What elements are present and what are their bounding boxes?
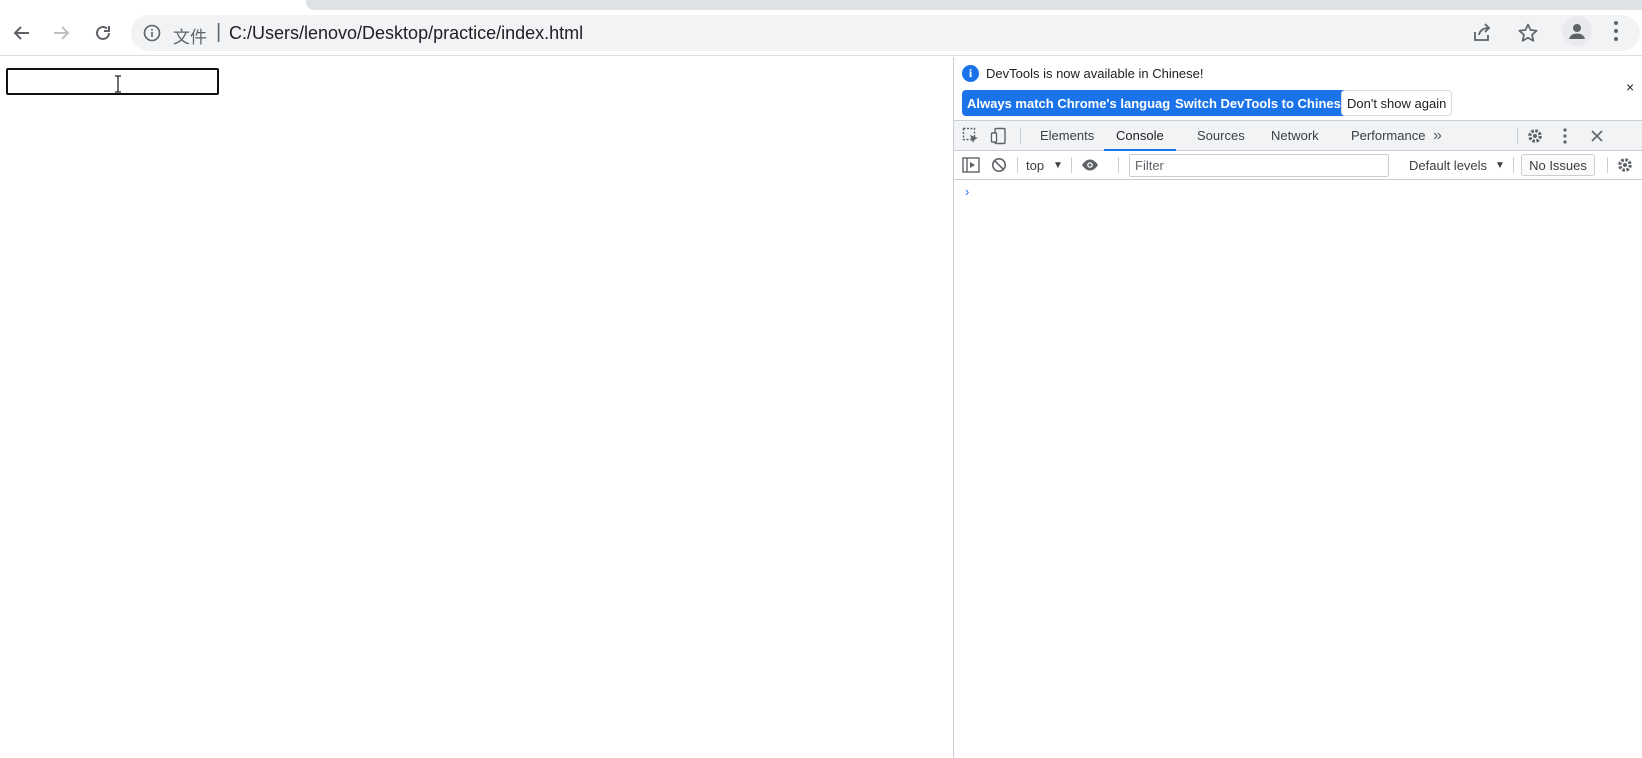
- tab-sources[interactable]: Sources: [1185, 121, 1257, 151]
- tab-strip: [0, 0, 1642, 10]
- live-expression-eye-icon[interactable]: [1081, 156, 1099, 174]
- language-infobar: i DevTools is now available in Chinese! …: [954, 57, 1642, 121]
- arrow-right-icon: [54, 26, 70, 40]
- address-bar[interactable]: 文件 | C:/Users/lenovo/Desktop/practice/in…: [131, 15, 1640, 51]
- bookmark-star-icon[interactable]: [1517, 22, 1539, 49]
- console-divider-2: [1071, 157, 1072, 173]
- console-filter-input[interactable]: Filter: [1129, 154, 1389, 177]
- tab-bar-divider: [1020, 128, 1021, 144]
- site-info-icon[interactable]: [143, 24, 161, 47]
- infobar-message: DevTools is now available in Chinese!: [986, 66, 1204, 81]
- page-viewport: [0, 57, 953, 758]
- reload-button[interactable]: [87, 17, 119, 49]
- console-divider-4: [1513, 157, 1514, 173]
- levels-dropdown-icon[interactable]: ▼: [1495, 151, 1505, 180]
- devtools-tab-bar: Elements Console Sources Network Perform…: [954, 121, 1642, 151]
- scheme-separator: |: [216, 21, 222, 43]
- info-icon: i: [962, 65, 979, 82]
- context-selector-label[interactable]: top: [1026, 151, 1044, 180]
- customize-menu-icon[interactable]: [1556, 127, 1574, 145]
- console-toolbar: top ▼ Filter Default levels ▼ No Issues: [954, 151, 1642, 180]
- reload-icon: [96, 25, 110, 40]
- clear-console-icon[interactable]: [990, 156, 1008, 174]
- console-divider-1: [1017, 157, 1018, 173]
- tab-bar-divider-right: [1517, 128, 1518, 144]
- inspect-element-icon[interactable]: [962, 127, 980, 145]
- console-divider-3: [1118, 157, 1119, 173]
- infobar-close-button[interactable]: ×: [1626, 79, 1634, 95]
- person-icon: [1569, 24, 1585, 39]
- text-cursor-icon: [115, 75, 121, 93]
- log-levels-dropdown[interactable]: Default levels: [1409, 151, 1487, 180]
- tab-network[interactable]: Network: [1259, 121, 1331, 151]
- chrome-menu-button[interactable]: [1610, 18, 1622, 49]
- close-devtools-icon[interactable]: [1588, 127, 1606, 145]
- arrow-left-icon: [13, 26, 29, 40]
- url-text[interactable]: C:/Users/lenovo/Desktop/practice/index.h…: [229, 23, 583, 44]
- dont-show-again-button[interactable]: Don't show again: [1341, 90, 1453, 116]
- back-button[interactable]: [6, 17, 38, 49]
- profile-avatar-button[interactable]: [1562, 16, 1592, 46]
- context-dropdown-icon[interactable]: ▼: [1053, 151, 1063, 180]
- browser-toolbar: 文件 | C:/Users/lenovo/Desktop/practice/in…: [0, 10, 1642, 56]
- switch-to-chinese-button[interactable]: Switch DevTools to Chinese: [1170, 90, 1354, 116]
- tab-console[interactable]: Console: [1104, 121, 1176, 151]
- tab-strip-background: [306, 0, 1642, 10]
- always-match-language-button[interactable]: Always match Chrome's language: [962, 90, 1183, 116]
- console-settings-gear-icon[interactable]: [1616, 156, 1634, 174]
- sidebar-toggle-icon[interactable]: [962, 156, 980, 174]
- tab-elements[interactable]: Elements: [1028, 121, 1106, 151]
- scheme-label: 文件: [173, 28, 207, 47]
- console-prompt[interactable]: ›: [965, 184, 969, 199]
- issues-button[interactable]: No Issues: [1521, 154, 1595, 176]
- device-toolbar-icon[interactable]: [990, 127, 1008, 145]
- forward-button[interactable]: [45, 17, 77, 49]
- settings-gear-icon[interactable]: [1526, 127, 1544, 145]
- more-tabs-button[interactable]: »: [1421, 121, 1454, 151]
- console-divider-5: [1607, 157, 1608, 173]
- devtools-panel: i DevTools is now available in Chinese! …: [953, 57, 1642, 758]
- vertical-dots-icon: [1614, 21, 1618, 41]
- share-icon[interactable]: [1471, 22, 1493, 49]
